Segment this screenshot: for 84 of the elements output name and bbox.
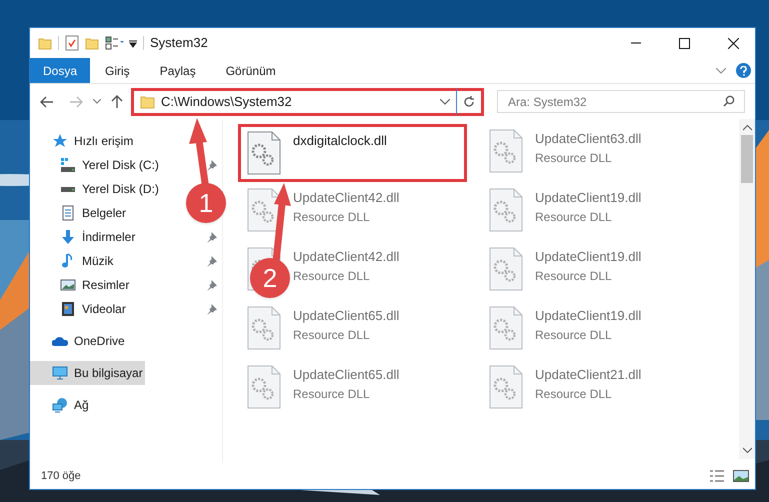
sidebar-item[interactable]: Belgeler <box>30 201 128 225</box>
pin-icon[interactable] <box>206 160 217 170</box>
refresh-icon[interactable] <box>463 96 475 108</box>
address-bar[interactable]: C:\Windows\System32 <box>131 88 484 116</box>
file-type: Resource DLL <box>293 268 371 284</box>
thumbnail-view-icon[interactable] <box>733 470 749 482</box>
scrollbar[interactable] <box>739 119 755 459</box>
document-icon <box>60 205 76 221</box>
file-name[interactable]: UpdateClient65.dll <box>293 306 400 326</box>
ribbon-tab[interactable]: Paylaş <box>144 58 211 83</box>
back-arrow-icon[interactable] <box>40 96 54 108</box>
up-arrow-icon[interactable] <box>111 94 123 108</box>
file-type: Resource DLL <box>535 326 613 344</box>
file-type: Resource DLL <box>535 150 613 166</box>
file-name: dxdigitalclock.dll <box>293 132 387 150</box>
item-count: 170 öğe <box>41 468 81 484</box>
drive-icon <box>60 186 76 192</box>
sidebar-item[interactable]: Ağ <box>30 393 91 417</box>
gear-file-icon <box>247 306 281 350</box>
file-name[interactable]: UpdateClient19.dll <box>535 188 642 208</box>
file-name[interactable]: UpdateClient19.dll <box>535 247 642 266</box>
file-name[interactable]: UpdateClient42.dll <box>293 188 400 208</box>
pin-icon[interactable] <box>206 232 217 242</box>
file-item[interactable]: dxdigitalclock.dll <box>238 124 467 182</box>
file-type: Resource DLL <box>535 208 613 226</box>
monitor-icon <box>52 365 68 381</box>
sidebar-item[interactable]: OneDrive <box>30 329 127 353</box>
properties-icon[interactable] <box>65 35 79 51</box>
download-icon <box>60 229 76 245</box>
gear-file-icon <box>489 365 523 409</box>
file-type: Resource DLL <box>293 326 371 344</box>
scroll-thumb[interactable] <box>741 135 753 183</box>
file-type: Resource DLL <box>535 386 613 402</box>
window-title: System32 <box>150 34 208 52</box>
network-icon <box>52 397 68 413</box>
dropdown-icon[interactable] <box>129 38 137 48</box>
gear-file-icon <box>247 365 281 409</box>
gear-file-icon <box>489 129 523 173</box>
sidebar-item[interactable]: Bu bilgisayar <box>30 361 145 385</box>
file-name[interactable]: UpdateClient63.dll <box>535 129 642 148</box>
folder-icon <box>38 36 52 50</box>
sidebar-item[interactable]: Videolar <box>30 297 219 321</box>
gear-file-icon <box>489 188 523 232</box>
address-path: C:\Windows\System32 <box>161 92 293 111</box>
details-view-icon[interactable] <box>709 469 725 483</box>
film-icon <box>60 301 76 317</box>
file-name[interactable]: UpdateClient19.dll <box>535 306 642 326</box>
file-name[interactable]: UpdateClient42.dll <box>293 247 400 266</box>
sidebar-item[interactable]: Yerel Disk (C:) <box>30 153 219 177</box>
recent-dropdown-icon[interactable] <box>93 99 101 104</box>
help-icon[interactable] <box>736 63 751 78</box>
gear-file-icon <box>247 188 281 232</box>
chevron-down-icon[interactable] <box>716 68 726 74</box>
maximize-icon[interactable] <box>679 38 690 48</box>
view-options-icon[interactable] <box>105 36 125 50</box>
chevron-down-icon[interactable] <box>440 98 450 104</box>
star-icon <box>52 133 68 149</box>
gear-file-icon <box>489 306 523 350</box>
sidebar-item[interactable]: Yerel Disk (D:) <box>30 177 161 201</box>
scroll-up-icon[interactable] <box>742 125 752 131</box>
file-name[interactable]: UpdateClient65.dll <box>293 365 400 384</box>
pin-icon[interactable] <box>206 256 217 266</box>
ribbon-tab[interactable]: Dosya <box>30 58 90 83</box>
file-type: Resource DLL <box>293 386 371 402</box>
close-icon[interactable] <box>728 38 739 48</box>
pin-icon[interactable] <box>206 280 217 290</box>
ribbon-tab[interactable]: Görünüm <box>210 58 291 83</box>
drive-icon <box>60 157 76 173</box>
gear-file-icon <box>247 131 281 175</box>
file-name[interactable]: UpdateClient21.dll <box>535 365 642 384</box>
ribbon-tab[interactable]: Giriş <box>90 58 145 83</box>
file-type: Resource DLL <box>535 268 613 284</box>
gear-file-icon <box>489 247 523 291</box>
search-field[interactable]: Ara: System32 <box>497 90 745 113</box>
sidebar-item[interactable]: Müzik <box>30 249 219 273</box>
picture-icon <box>60 277 76 293</box>
sidebar-item[interactable]: İndirmeler <box>30 225 219 249</box>
folder-icon <box>140 94 155 108</box>
pin-icon[interactable] <box>206 304 217 314</box>
scroll-down-icon[interactable] <box>742 447 752 453</box>
search-icon <box>723 95 735 107</box>
sidebar-item[interactable]: Hızlı erişim <box>30 129 136 153</box>
file-type: Resource DLL <box>293 208 371 226</box>
sidebar-item[interactable]: Resimler <box>30 273 219 297</box>
